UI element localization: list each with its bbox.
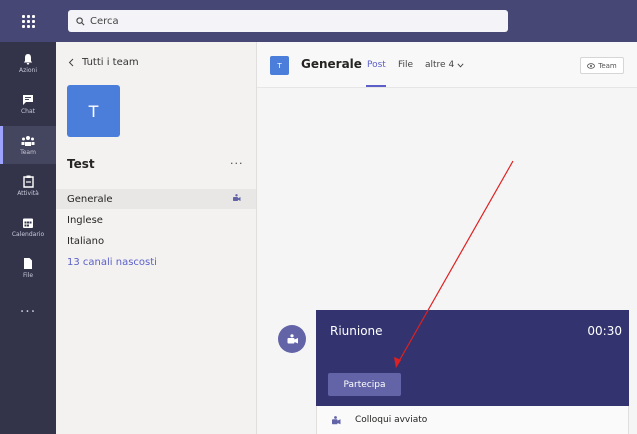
rail-label: Team xyxy=(20,148,36,156)
assignments-icon xyxy=(22,175,34,188)
chevron-down-icon xyxy=(457,62,464,67)
hidden-channels-link[interactable]: 13 canali nascosti xyxy=(56,252,256,272)
meeting-camera-icon xyxy=(332,415,341,424)
channel-item-generale[interactable]: Generale xyxy=(56,189,256,209)
meeting-card: Riunione 00:30 Partecipa xyxy=(316,310,629,406)
meeting-timer: 00:30 xyxy=(587,324,622,338)
search-placeholder: Cerca xyxy=(90,15,119,27)
calendar-icon xyxy=(23,218,33,228)
rail-item-files[interactable]: File xyxy=(0,249,56,287)
team-more-options-button[interactable]: ... xyxy=(230,154,244,167)
active-tab-indicator xyxy=(366,85,386,87)
rail-label: Azioni xyxy=(18,66,38,74)
rail-item-activity[interactable]: Azioni xyxy=(0,44,56,82)
tab-post[interactable]: Post xyxy=(367,60,386,70)
team-button-label: Team xyxy=(598,61,617,70)
search-icon xyxy=(76,16,85,25)
rail-label: Attività xyxy=(17,190,39,197)
join-meeting-button[interactable]: Partecipa xyxy=(328,373,401,396)
meeting-title: Riunione xyxy=(330,324,383,338)
rail-item-calendar[interactable]: Calendario xyxy=(0,208,56,246)
rail-label: Chat xyxy=(20,107,36,115)
bell-icon xyxy=(23,53,33,64)
channel-item-italiano[interactable]: Italiano xyxy=(56,231,256,251)
channel-main: T Generale Post File altre 4 Team Riunio… xyxy=(257,42,637,434)
channel-avatar: T xyxy=(270,56,289,75)
top-bar: Cerca xyxy=(0,0,637,42)
video-camera-icon xyxy=(287,334,298,344)
channel-label: Italiano xyxy=(67,235,105,247)
tab-more-label: altre 4 xyxy=(425,60,455,70)
meeting-avatar xyxy=(278,325,306,353)
rail-label: Calendario xyxy=(11,230,45,238)
channel-title: Generale xyxy=(301,57,362,71)
meeting-camera-icon xyxy=(233,194,241,201)
meeting-started-row[interactable]: Colloqui avviato xyxy=(316,406,629,434)
app-grid-icon xyxy=(21,14,35,28)
chevron-left-icon xyxy=(68,58,74,67)
channel-label: Generale xyxy=(67,193,113,205)
rail-item-assignments[interactable]: Attività xyxy=(0,167,56,205)
channel-header: T Generale Post File altre 4 Team xyxy=(257,42,637,88)
team-name: Test xyxy=(67,157,95,171)
rail-label: File xyxy=(22,272,34,279)
team-info-button[interactable]: Team xyxy=(580,57,624,74)
eye-icon xyxy=(587,62,596,69)
search-box[interactable]: Cerca xyxy=(68,10,508,32)
team-sidebar: Tutti i team T Test ... Generale Inglese… xyxy=(56,42,257,434)
channel-label: 13 canali nascosti xyxy=(67,256,157,268)
team-avatar: T xyxy=(67,85,120,137)
teams-icon xyxy=(21,135,35,146)
channel-item-inglese[interactable]: Inglese xyxy=(56,210,256,230)
all-teams-label: Tutti i team xyxy=(82,57,139,68)
rail-more-apps-button[interactable]: ... xyxy=(0,300,56,316)
tab-file[interactable]: File xyxy=(398,60,413,70)
app-rail: Azioni Chat Team Attività Calendario Fil… xyxy=(0,42,56,434)
all-teams-link[interactable]: Tutti i team xyxy=(68,57,139,68)
rail-item-chat[interactable]: Chat xyxy=(0,85,56,123)
rail-item-teams[interactable]: Team xyxy=(0,126,56,164)
file-icon xyxy=(24,258,32,269)
meeting-started-label: Colloqui avviato xyxy=(355,415,428,425)
tab-more[interactable]: altre 4 xyxy=(425,60,464,70)
channel-label: Inglese xyxy=(67,214,103,226)
app-launcher-button[interactable] xyxy=(0,0,56,42)
chat-icon xyxy=(23,94,33,105)
